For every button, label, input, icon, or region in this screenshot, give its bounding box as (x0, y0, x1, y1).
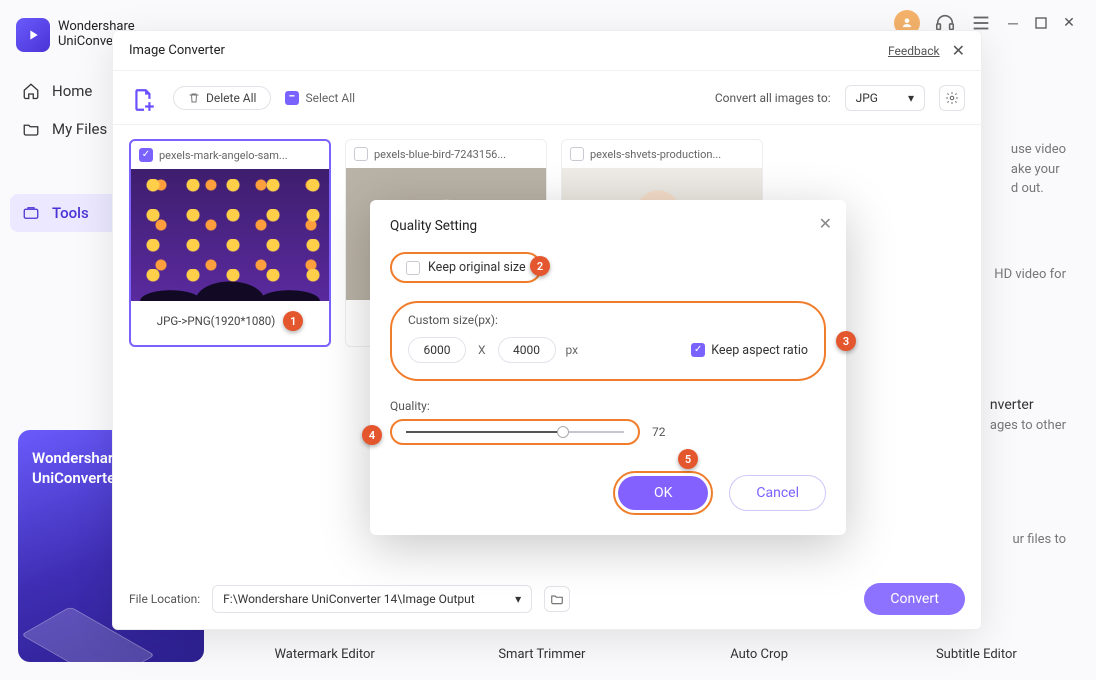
nav-home-label: Home (52, 82, 92, 100)
select-all-label: Select All (305, 91, 355, 105)
height-input[interactable] (498, 337, 556, 363)
output-format-value: JPG (856, 91, 878, 105)
delete-all-button[interactable]: Delete All (173, 86, 271, 110)
annotation-badge-5: 5 (678, 449, 698, 469)
card-footer: JPG->PNG(1920*1080) 1 (131, 301, 329, 345)
card-checkbox[interactable] (570, 147, 584, 161)
ic-close-button[interactable]: ✕ (952, 41, 965, 60)
add-file-icon (131, 87, 157, 113)
maximize-button[interactable] (1034, 16, 1048, 30)
quality-label: Quality: (390, 399, 826, 413)
output-format-select[interactable]: JPG ▾ (845, 85, 925, 111)
user-icon (900, 16, 914, 30)
card-filename: pexels-shvets-production... (590, 148, 721, 161)
image-card[interactable]: pexels-mark-angelo-sam... JPG->PNG(1920*… (129, 139, 331, 347)
tool-smart-trimmer[interactable]: Smart Trimmer (442, 637, 641, 672)
folder-icon (550, 592, 564, 606)
px-label: px (566, 343, 579, 357)
quality-block: Quality: 4 72 (390, 399, 826, 445)
cancel-button[interactable]: Cancel (729, 475, 826, 511)
delete-all-label: Delete All (206, 91, 256, 105)
bg-snippet-4: ur files to (1012, 530, 1066, 550)
feedback-link[interactable]: Feedback (888, 44, 940, 58)
select-all-toggle[interactable]: Select All (285, 91, 355, 105)
minimize-button[interactable]: ─ (1006, 16, 1020, 30)
thumbnail (131, 169, 329, 301)
app-window: ─ ✕ Wondershare UniConverter Home My Fil… (0, 0, 1096, 680)
bg-snippet-1: use videoake yourd out. (1011, 140, 1066, 199)
keep-original-size-option[interactable]: Keep original size (390, 252, 542, 283)
quality-value: 72 (652, 425, 666, 439)
file-location-label: File Location: (129, 592, 200, 606)
tool-watermark[interactable]: Watermark Editor (225, 637, 424, 672)
tool-auto-crop[interactable]: Auto Crop (660, 637, 859, 672)
keep-original-label: Keep original size (428, 260, 526, 275)
ic-bottom-bar: File Location: F:\Wondershare UniConvert… (129, 583, 965, 615)
file-location-value: F:\Wondershare UniConverter 14\Image Out… (223, 592, 475, 606)
bg-snippet-3: nverterages to other (990, 395, 1066, 436)
settings-button[interactable] (939, 85, 965, 111)
quality-slider-wrap (390, 419, 640, 445)
gear-icon (945, 91, 959, 105)
chevron-down-icon: ▾ (515, 592, 521, 606)
annotation-badge-4: 4 (362, 425, 382, 445)
convert-button[interactable]: Convert (864, 583, 965, 615)
annotation-badge-3: 3 (836, 331, 856, 351)
open-folder-button[interactable] (544, 586, 570, 612)
logo-mark (16, 18, 50, 52)
qs-close-button[interactable]: ✕ (819, 214, 832, 233)
card-checkbox[interactable] (354, 147, 368, 161)
annotation-badge-1: 1 (283, 311, 303, 331)
annotation-badge-2: 2 (530, 256, 550, 276)
keep-original-checkbox[interactable] (406, 261, 420, 275)
ok-button[interactable]: OK (618, 476, 708, 510)
custom-size-block: Custom size(px): X px Keep aspect ratio (390, 301, 826, 381)
file-location-select[interactable]: F:\Wondershare UniConverter 14\Image Out… (212, 585, 532, 613)
select-all-checkbox-icon (285, 91, 299, 105)
close-window-button[interactable]: ✕ (1062, 16, 1076, 30)
ok-button-highlight: OK (613, 471, 713, 515)
bg-snippet-2: HD video for (994, 265, 1066, 285)
width-input[interactable] (408, 337, 466, 363)
quality-setting-dialog: Quality Setting ✕ Keep original size 2 C… (370, 200, 846, 535)
keep-aspect-checkbox[interactable] (691, 343, 705, 357)
qs-title: Quality Setting (390, 218, 826, 234)
card-filename: pexels-blue-bird-7243156... (374, 148, 506, 161)
keep-aspect-label: Keep aspect ratio (711, 343, 808, 358)
keep-aspect-ratio-option[interactable]: Keep aspect ratio (691, 343, 808, 358)
trash-icon (188, 92, 200, 104)
quality-slider[interactable] (406, 431, 624, 433)
convert-all-label: Convert all images to: (715, 91, 831, 105)
chevron-down-icon: ▾ (908, 91, 914, 105)
dimension-separator: X (476, 343, 488, 357)
nav-tools-label: Tools (52, 204, 89, 222)
nav-my-files-label: My Files (52, 120, 107, 138)
tool-subtitle-editor[interactable]: Subtitle Editor (877, 637, 1076, 672)
bottom-tool-strip: Watermark Editor Smart Trimmer Auto Crop… (225, 637, 1076, 672)
card-filename: pexels-mark-angelo-sam... (159, 149, 288, 162)
ic-toolbar: Delete All Select All Convert all images… (113, 71, 981, 125)
card-checkbox[interactable] (139, 148, 153, 162)
ic-titlebar: Image Converter Feedback ✕ (113, 31, 981, 71)
ic-title: Image Converter (129, 43, 225, 58)
add-files-button[interactable] (129, 83, 159, 113)
custom-size-label: Custom size(px): (408, 313, 808, 327)
